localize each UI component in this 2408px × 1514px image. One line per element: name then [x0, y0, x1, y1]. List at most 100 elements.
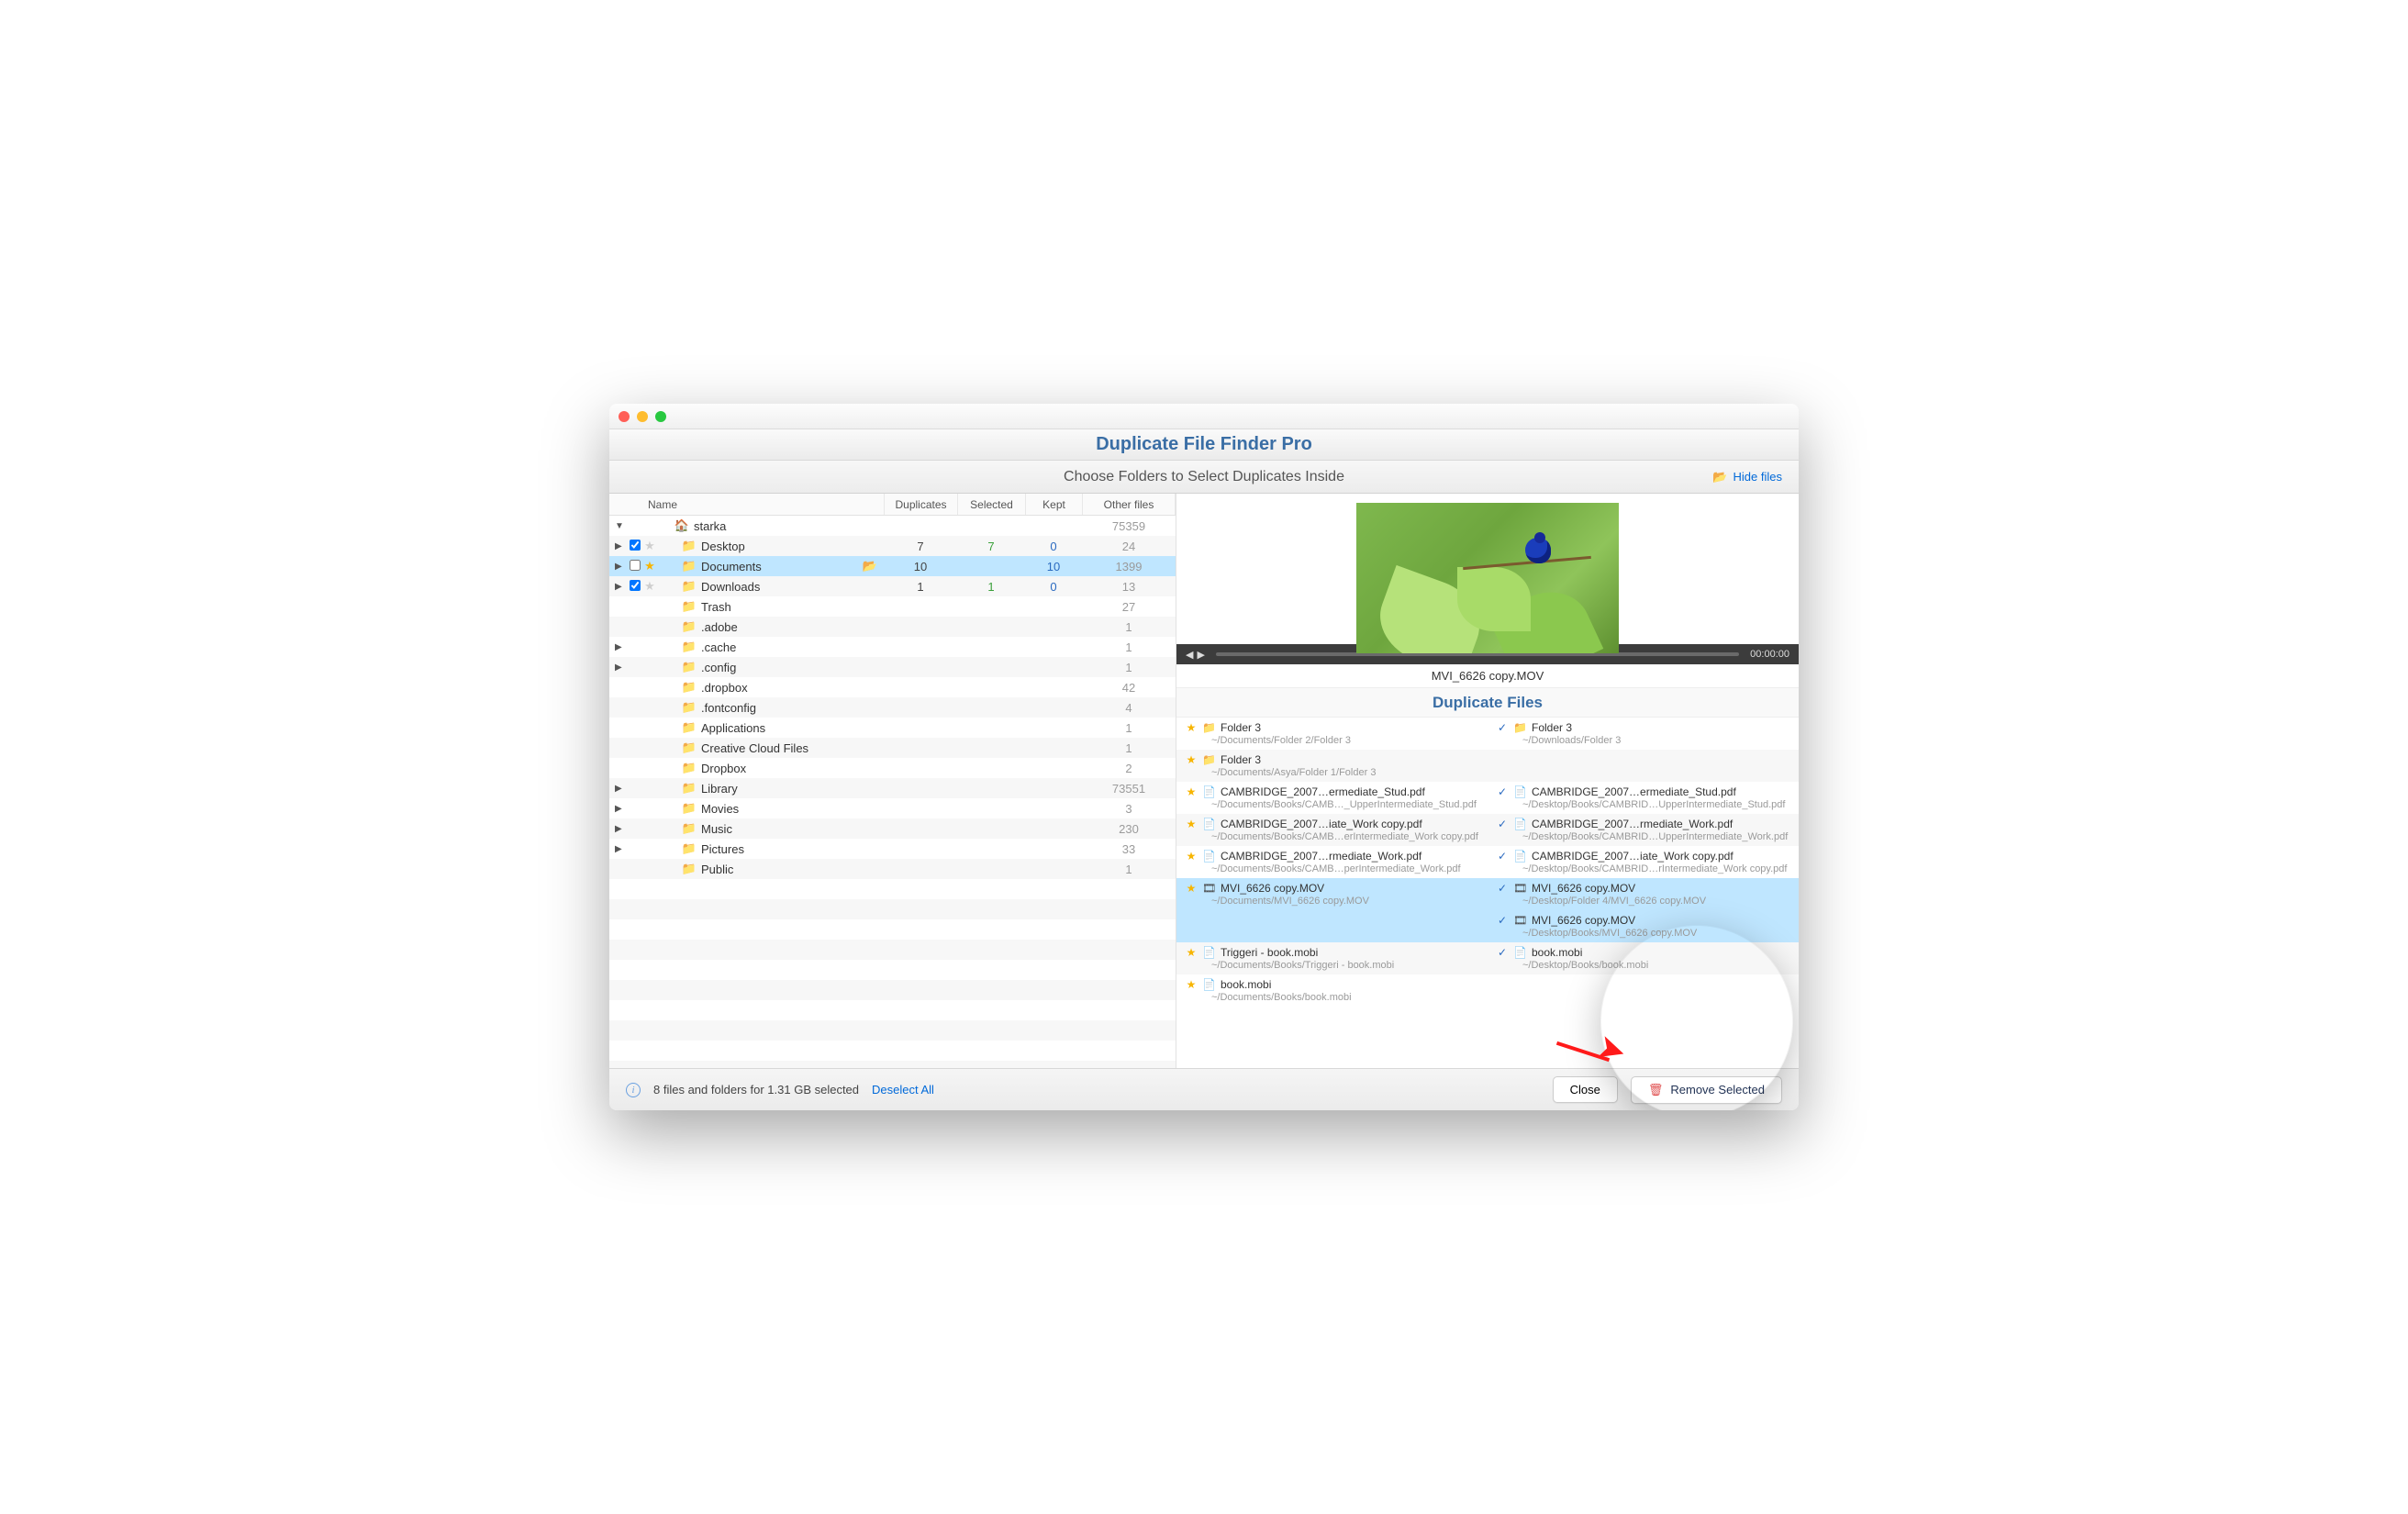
- expander-icon[interactable]: ▶: [615, 804, 628, 814]
- tree-row-empty: [609, 1061, 1176, 1068]
- other-count: 1: [1082, 640, 1176, 654]
- tree-row[interactable]: 📁Applications1: [609, 718, 1176, 738]
- close-window-icon[interactable]: [619, 411, 630, 422]
- dup-row[interactable]: ★📄CAMBRIDGE_2007…rmediate_Work.pdf~/Docu…: [1176, 846, 1799, 878]
- dup-cell[interactable]: ✓📄CAMBRIDGE_2007…rmediate_Work.pdf~/Desk…: [1488, 814, 1799, 846]
- file-type-icon: 📁: [1513, 721, 1526, 734]
- other-count: 27: [1082, 600, 1176, 614]
- col-duplicates[interactable]: Duplicates: [885, 494, 958, 515]
- tree-row[interactable]: ▼🏠starka75359: [609, 516, 1176, 536]
- dup-filename: MVI_6626 copy.MOV: [1221, 882, 1324, 895]
- dup-cell[interactable]: ✓🎞MVI_6626 copy.MOV~/Desktop/Books/MVI_6…: [1488, 910, 1799, 942]
- dup-cell[interactable]: ★📁Folder 3~/Documents/Asya/Folder 1/Fold…: [1176, 750, 1488, 782]
- dup-cell[interactable]: ★📄CAMBRIDGE_2007…rmediate_Work.pdf~/Docu…: [1176, 846, 1488, 878]
- tree-row[interactable]: ▶📁Movies3: [609, 798, 1176, 818]
- dup-row[interactable]: ★📄CAMBRIDGE_2007…iate_Work copy.pdf~/Doc…: [1176, 814, 1799, 846]
- folder-icon: 📁: [681, 841, 697, 856]
- tree-row-empty: [609, 899, 1176, 919]
- video-preview[interactable]: [1356, 503, 1619, 653]
- col-selected[interactable]: Selected: [958, 494, 1026, 515]
- tree-row[interactable]: 📁.dropbox42: [609, 677, 1176, 697]
- col-name[interactable]: Name: [609, 494, 885, 515]
- dup-row[interactable]: ✓🎞MVI_6626 copy.MOV~/Desktop/Books/MVI_6…: [1176, 910, 1799, 942]
- dup-cell[interactable]: ✓📄CAMBRIDGE_2007…ermediate_Stud.pdf~/Des…: [1488, 782, 1799, 814]
- folder-icon: 📁: [681, 801, 697, 816]
- tree-row[interactable]: 📁.adobe1: [609, 617, 1176, 637]
- tree-row[interactable]: ▶📁Pictures33: [609, 839, 1176, 859]
- tree-row[interactable]: ▶📁.cache1: [609, 637, 1176, 657]
- play-icon[interactable]: ▶: [1197, 649, 1204, 661]
- minimize-window-icon[interactable]: [637, 411, 648, 422]
- tree-row-empty: [609, 940, 1176, 960]
- dup-cell[interactable]: ✓📁Folder 3~/Downloads/Folder 3: [1488, 718, 1799, 750]
- dup-count: 7: [884, 540, 957, 553]
- tree-row[interactable]: ▶★📁Documents📂10101399: [609, 556, 1176, 576]
- col-other[interactable]: Other files: [1083, 494, 1176, 515]
- dup-filename: book.mobi: [1532, 946, 1582, 959]
- expander-icon[interactable]: ▶: [615, 662, 628, 673]
- dup-cell[interactable]: ✓📄CAMBRIDGE_2007…iate_Work copy.pdf~/Des…: [1488, 846, 1799, 878]
- expander-icon[interactable]: ▶: [615, 541, 628, 551]
- dup-row[interactable]: ★🎞MVI_6626 copy.MOV~/Documents/MVI_6626 …: [1176, 878, 1799, 910]
- file-type-icon: 📄: [1202, 818, 1215, 830]
- dup-cell[interactable]: ★📄book.mobi~/Documents/Books/book.mobi: [1176, 974, 1488, 1007]
- dup-row[interactable]: ★📁Folder 3~/Documents/Asya/Folder 1/Fold…: [1176, 750, 1799, 782]
- dup-cell[interactable]: ★🎞MVI_6626 copy.MOV~/Documents/MVI_6626 …: [1176, 878, 1488, 910]
- remove-selected-button[interactable]: 🗑 Remove Selected: [1631, 1076, 1782, 1104]
- expander-icon[interactable]: ▶: [615, 562, 628, 572]
- folder-tree[interactable]: ▼🏠starka75359▶★📁Desktop77024▶★📁Documents…: [609, 516, 1176, 1068]
- other-count: 1: [1082, 721, 1176, 735]
- expander-icon[interactable]: ▼: [615, 521, 628, 531]
- folder-icon: 📁: [681, 680, 697, 695]
- dup-path: ~/Desktop/Books/book.mobi: [1522, 960, 1789, 971]
- dup-row[interactable]: ★📁Folder 3~/Documents/Folder 2/Folder 3✓…: [1176, 718, 1799, 750]
- dup-cell[interactable]: ✓📄book.mobi~/Desktop/Books/book.mobi: [1488, 942, 1799, 974]
- expander-icon[interactable]: ▶: [615, 784, 628, 794]
- zoom-window-icon[interactable]: [655, 411, 666, 422]
- dup-row[interactable]: ★📄book.mobi~/Documents/Books/book.mobi: [1176, 974, 1799, 1007]
- rewind-icon[interactable]: ◀: [1186, 649, 1193, 661]
- dup-cell[interactable]: ★📄Triggeri - book.mobi~/Documents/Books/…: [1176, 942, 1488, 974]
- app-window: Duplicate File Finder Pro Choose Folders…: [609, 404, 1799, 1110]
- tree-row-empty: [609, 919, 1176, 940]
- tree-row[interactable]: ▶📁Music230: [609, 818, 1176, 839]
- folder-tree-panel: Name Duplicates Selected Kept Other file…: [609, 494, 1176, 1068]
- dup-cell[interactable]: ★📄CAMBRIDGE_2007…ermediate_Stud.pdf~/Doc…: [1176, 782, 1488, 814]
- tree-row-empty: [609, 1020, 1176, 1041]
- tree-row[interactable]: 📁Trash27: [609, 596, 1176, 617]
- checkbox[interactable]: [628, 560, 642, 573]
- dup-cell[interactable]: ★📄CAMBRIDGE_2007…iate_Work copy.pdf~/Doc…: [1176, 814, 1488, 846]
- expander-icon[interactable]: ▶: [615, 582, 628, 592]
- checkbox[interactable]: [628, 540, 642, 553]
- expander-icon[interactable]: ▶: [615, 824, 628, 834]
- expander-icon[interactable]: ▶: [615, 844, 628, 854]
- star-icon[interactable]: ★: [642, 539, 657, 553]
- dup-cell[interactable]: ✓🎞MVI_6626 copy.MOV~/Desktop/Folder 4/MV…: [1488, 878, 1799, 910]
- expander-icon[interactable]: ▶: [615, 642, 628, 652]
- tree-row[interactable]: ▶★📁Downloads11013: [609, 576, 1176, 596]
- deselect-all-link[interactable]: Deselect All: [872, 1083, 934, 1097]
- preview-panel: ◀ ▶ 00:00:00 MVI_6626 copy.MOV Duplicate…: [1176, 494, 1799, 1068]
- traffic-lights: [619, 411, 666, 422]
- tree-row[interactable]: 📁Public1: [609, 859, 1176, 879]
- star-icon[interactable]: ★: [642, 559, 657, 573]
- dup-row[interactable]: ★📄CAMBRIDGE_2007…ermediate_Stud.pdf~/Doc…: [1176, 782, 1799, 814]
- tree-row[interactable]: ▶📁.config1: [609, 657, 1176, 677]
- tree-row[interactable]: 📁Dropbox2: [609, 758, 1176, 778]
- close-button[interactable]: Close: [1553, 1076, 1618, 1103]
- dup-row[interactable]: ★📄Triggeri - book.mobi~/Documents/Books/…: [1176, 942, 1799, 974]
- tree-row[interactable]: 📁.fontconfig4: [609, 697, 1176, 718]
- checkbox[interactable]: [628, 580, 642, 594]
- star-icon[interactable]: ★: [642, 579, 657, 594]
- tree-row[interactable]: 📁Creative Cloud Files1: [609, 738, 1176, 758]
- hide-files-link[interactable]: 📂 Hide files: [1712, 470, 1782, 484]
- dup-path: ~/Desktop/Books/MVI_6626 copy.MOV: [1522, 928, 1789, 939]
- dup-cell[interactable]: ★📁Folder 3~/Documents/Folder 2/Folder 3: [1176, 718, 1488, 750]
- tree-row[interactable]: ▶📁Library73551: [609, 778, 1176, 798]
- folder-label: Library: [701, 782, 738, 796]
- tree-row[interactable]: ▶★📁Desktop77024: [609, 536, 1176, 556]
- other-count: 2: [1082, 762, 1176, 775]
- col-kept[interactable]: Kept: [1026, 494, 1083, 515]
- duplicate-list[interactable]: ★📁Folder 3~/Documents/Folder 2/Folder 3✓…: [1176, 718, 1799, 1068]
- folder-label: Documents: [701, 560, 762, 573]
